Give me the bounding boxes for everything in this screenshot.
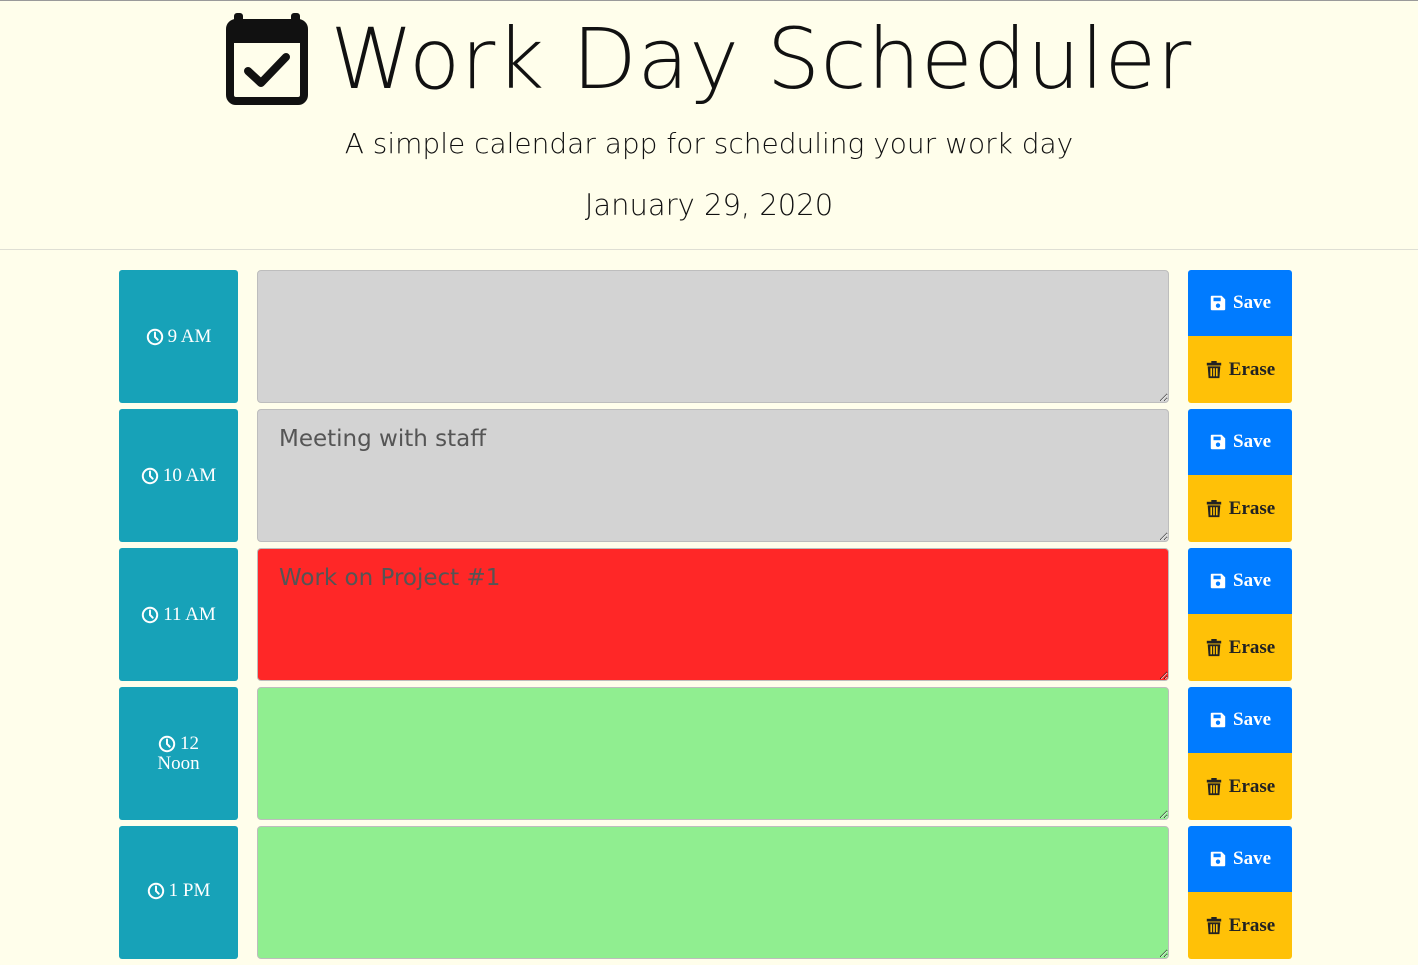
clock-icon xyxy=(158,735,176,752)
save-label: Save xyxy=(1233,431,1271,452)
hour-label: 10 AM xyxy=(119,409,238,542)
clock-icon xyxy=(141,467,159,484)
hour-text: 9 AM xyxy=(167,325,212,347)
erase-button[interactable]: Erase xyxy=(1188,753,1292,820)
hour-text: 10 AM xyxy=(162,464,217,486)
trash-icon xyxy=(1206,638,1221,656)
trash-icon xyxy=(1206,916,1221,934)
hour-text-line2: Noon xyxy=(157,752,200,774)
hour-text: 12 xyxy=(180,732,199,754)
erase-button[interactable]: Erase xyxy=(1188,336,1292,403)
erase-label: Erase xyxy=(1228,914,1276,936)
hour-label: 11 AM xyxy=(119,548,238,681)
page-title: Work Day Scheduler xyxy=(330,10,1192,108)
trash-icon xyxy=(1206,360,1221,378)
calendar-check-icon xyxy=(226,13,309,105)
time-block: 12 Noon Save Erase xyxy=(0,687,1418,826)
erase-label: Erase xyxy=(1228,358,1276,380)
save-button[interactable]: Save xyxy=(1188,270,1292,336)
save-label: Save xyxy=(1233,709,1271,730)
clock-icon xyxy=(141,606,159,623)
save-label: Save xyxy=(1233,848,1271,869)
title-row: Work Day Scheduler xyxy=(0,1,1418,109)
page-subtitle: A simple calendar app for scheduling you… xyxy=(344,127,1074,160)
erase-label: Erase xyxy=(1228,497,1276,519)
erase-button[interactable]: Erase xyxy=(1188,614,1292,681)
trash-icon xyxy=(1206,499,1221,517)
erase-label: Erase xyxy=(1228,636,1276,658)
schedule: 9 AM Save Erase 10 AM Meeting with staff… xyxy=(0,270,1418,965)
header: Work Day Scheduler A simple calendar app… xyxy=(0,1,1418,250)
save-button[interactable]: Save xyxy=(1188,826,1292,892)
save-icon xyxy=(1210,434,1226,450)
time-block: 11 AM Work on Project #1 Save Erase xyxy=(0,548,1418,687)
trash-icon xyxy=(1206,777,1221,795)
hour-label: 9 AM xyxy=(119,270,238,403)
save-button[interactable]: Save xyxy=(1188,687,1292,753)
save-button[interactable]: Save xyxy=(1188,548,1292,614)
save-icon xyxy=(1210,295,1226,311)
save-icon xyxy=(1210,573,1226,589)
hour-label: 1 PM xyxy=(119,826,238,959)
erase-label: Erase xyxy=(1228,775,1276,797)
hour-text: 11 AM xyxy=(163,603,216,625)
clock-icon xyxy=(146,328,163,345)
task-input[interactable] xyxy=(257,826,1169,959)
erase-button[interactable]: Erase xyxy=(1188,892,1292,959)
save-label: Save xyxy=(1233,292,1271,313)
clock-icon xyxy=(147,882,164,900)
time-block: 10 AM Meeting with staff Save Erase xyxy=(0,409,1418,548)
hour-label: 12 Noon xyxy=(119,687,238,820)
task-input[interactable] xyxy=(257,687,1169,820)
task-input[interactable]: Work on Project #1 xyxy=(257,548,1169,681)
time-block: 9 AM Save Erase xyxy=(0,270,1418,409)
current-date: January 29, 2020 xyxy=(584,188,834,222)
save-button[interactable]: Save xyxy=(1188,409,1292,475)
hour-text: 1 PM xyxy=(168,880,211,901)
save-icon xyxy=(1210,712,1226,728)
time-block: 1 PM Save Erase xyxy=(0,826,1418,965)
save-label: Save xyxy=(1233,570,1271,591)
erase-button[interactable]: Erase xyxy=(1188,475,1292,542)
task-input[interactable]: Meeting with staff xyxy=(257,409,1169,542)
task-input[interactable] xyxy=(257,270,1169,403)
save-icon xyxy=(1210,851,1226,867)
